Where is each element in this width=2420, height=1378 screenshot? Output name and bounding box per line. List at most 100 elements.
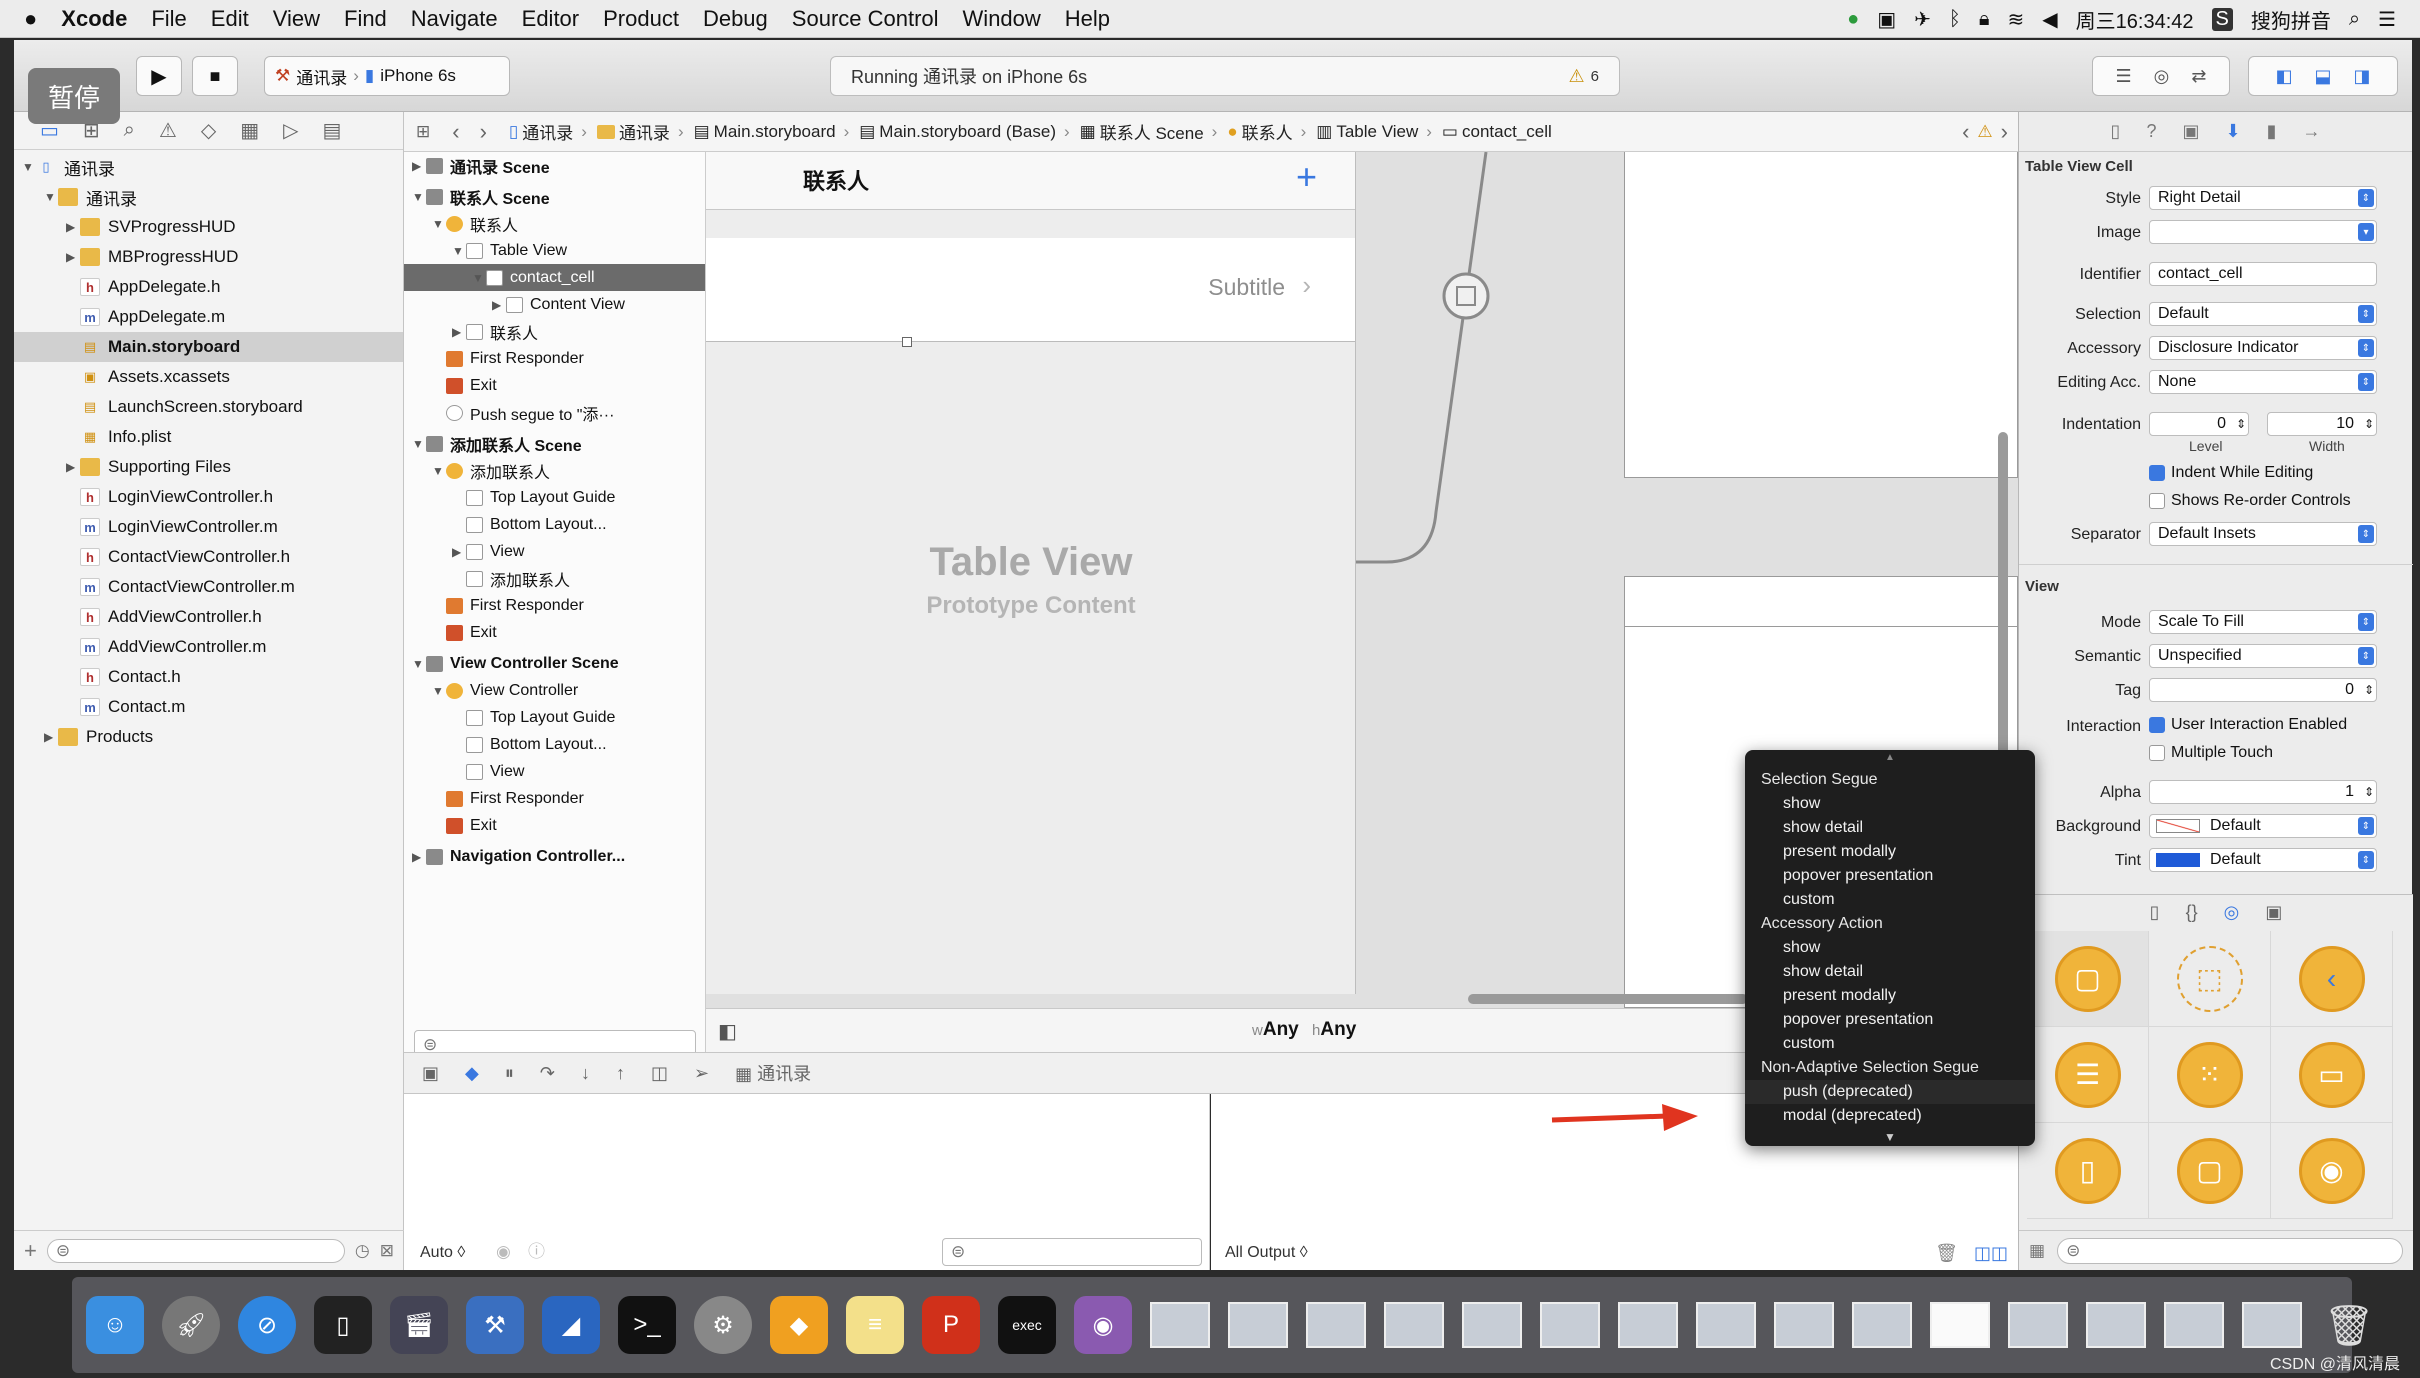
object-library-icon[interactable]: ◎ xyxy=(2224,902,2240,923)
library-navigation-controller[interactable]: ‹ xyxy=(2271,931,2393,1027)
add-bar-button[interactable]: + xyxy=(1296,156,1317,198)
breadcrumb-controller[interactable]: ● 联系人 › xyxy=(1227,119,1306,144)
next-scene-top[interactable] xyxy=(1624,152,2018,478)
screen-record-icon[interactable]: ▣ xyxy=(1877,7,1896,32)
outline-item[interactable]: Exit xyxy=(404,619,705,646)
file-tree-item[interactable]: ▣ Assets.xcassets xyxy=(14,362,403,392)
instruments-icon[interactable]: ◢ xyxy=(542,1296,600,1354)
minimized-window[interactable] xyxy=(1618,1302,1678,1348)
file-tree-item[interactable]: h ContactViewController.h xyxy=(14,542,403,572)
next-scene-navbar[interactable] xyxy=(1625,577,2017,627)
disclosure-closed-icon[interactable]: ▶ xyxy=(452,545,466,559)
scm-status-icon[interactable]: ⊠ xyxy=(380,1241,394,1261)
stepper-icon[interactable]: ⇕ xyxy=(2364,417,2374,431)
file-tree-item[interactable]: ▼ ▯ 通讯录 xyxy=(14,152,403,182)
notification-center-icon[interactable]: ☰ xyxy=(2378,7,2396,32)
background-select[interactable]: Default ⇕ xyxy=(2149,814,2377,838)
toggle-debug-icon[interactable]: ⬓ xyxy=(2314,66,2331,87)
code-snippet-icon[interactable]: {} xyxy=(2186,902,2198,923)
file-tree-item[interactable]: ▤ Main.storyboard xyxy=(14,332,403,362)
menu-view[interactable]: View xyxy=(273,6,320,32)
user-interaction-checkbox[interactable]: User Interaction Enabled xyxy=(2149,716,2347,734)
ime-icon[interactable]: S xyxy=(2211,7,2233,31)
file-tree-item[interactable]: m LoginViewController.m xyxy=(14,512,403,542)
variables-view[interactable]: Auto ◊ ◉ ⓘ ⊜ xyxy=(404,1094,1210,1270)
screen-recorder-icon[interactable]: ◉ xyxy=(1074,1296,1132,1354)
mouse-app-icon[interactable]: ▯ xyxy=(314,1296,372,1354)
file-tree-item[interactable]: h LoginViewController.h xyxy=(14,482,403,512)
hide-debug-icon[interactable]: ▣ xyxy=(422,1063,439,1084)
breadcrumb-storyboard-base[interactable]: ▤ Main.storyboard (Base) › xyxy=(859,122,1069,142)
library-storyboard-reference[interactable]: ⬚ xyxy=(2149,931,2271,1027)
assistant-editor-icon[interactable]: ◎ xyxy=(2154,66,2170,87)
menu-source-control[interactable]: Source Control xyxy=(792,6,939,32)
connections-inspector-icon[interactable]: → xyxy=(2302,121,2320,142)
menu-find[interactable]: Find xyxy=(344,6,387,32)
toggle-outline-icon[interactable]: ◧ xyxy=(718,1019,737,1044)
stepper-icon[interactable]: ⇕ xyxy=(2364,683,2374,697)
prototype-cell[interactable]: Subtitle › xyxy=(706,238,1355,347)
disclosure-closed-icon[interactable]: ▶ xyxy=(412,850,426,864)
outline-item[interactable]: ▼ Table View xyxy=(404,237,705,264)
outline-item[interactable]: Push segue to "添··· xyxy=(404,399,705,426)
segue-option[interactable]: present modally xyxy=(1745,840,2035,864)
menu-editor[interactable]: Editor xyxy=(522,6,579,32)
cell-resize-handle[interactable] xyxy=(902,337,912,347)
system-preferences-icon[interactable]: ⚙ xyxy=(694,1296,752,1354)
spotlight-icon[interactable]: ⌕ xyxy=(2349,8,2360,31)
breadcrumb-scene[interactable]: ▦ 联系人 Scene › xyxy=(1080,119,1218,144)
library-split-view-controller[interactable]: ▯ xyxy=(2027,1123,2149,1219)
menu-help[interactable]: Help xyxy=(1065,6,1110,32)
indent-level-field[interactable]: 0 ⇕ xyxy=(2149,412,2249,436)
minimized-window[interactable] xyxy=(1540,1302,1600,1348)
outline-item[interactable]: Top Layout Guide xyxy=(404,484,705,511)
outline-item[interactable]: Bottom Layout... xyxy=(404,731,705,758)
segue-type-menu[interactable]: ▲ Selection Segue show show detail present … xyxy=(1745,750,2035,1146)
minimized-window[interactable] xyxy=(1852,1302,1912,1348)
library-tab-bar-controller[interactable]: ▭ xyxy=(2271,1027,2393,1123)
disclosure-open-icon[interactable]: ▼ xyxy=(22,160,36,174)
tint-select[interactable]: Default ⇕ xyxy=(2149,848,2377,872)
toggle-utilities-icon[interactable]: ◨ xyxy=(2354,66,2371,87)
alpha-field[interactable]: 1 ⇕ xyxy=(2149,780,2377,804)
separator-select[interactable]: Default Insets ⇕ xyxy=(2149,522,2377,546)
warning-count[interactable]: 6 xyxy=(1591,68,1599,85)
clock[interactable]: 周三16:34:42 xyxy=(2076,5,2194,34)
multiple-touch-checkbox[interactable]: Multiple Touch xyxy=(2149,744,2273,762)
powerpoint-icon[interactable]: P xyxy=(922,1296,980,1354)
stop-button[interactable]: ■ xyxy=(192,56,238,96)
pause-debug-icon[interactable]: ⏸︎ xyxy=(505,1063,514,1084)
segue-option[interactable]: custom xyxy=(1745,888,2035,912)
back-icon[interactable]: ‹ xyxy=(452,119,459,145)
file-tree-item[interactable]: ▦ Info.plist xyxy=(14,422,403,452)
output-selector[interactable]: All Output ◊ xyxy=(1225,1244,1308,1262)
outline-item[interactable]: ▼ contact_cell xyxy=(404,264,705,291)
grid-list-toggle-icon[interactable]: ▦ xyxy=(2029,1241,2045,1261)
library-page-view-controller[interactable]: ▢ xyxy=(2149,1123,2271,1219)
test-navigator-icon[interactable]: ◇ xyxy=(201,118,216,143)
outline-item[interactable]: ▼ 联系人 xyxy=(404,210,705,237)
disclosure-closed-icon[interactable]: ▶ xyxy=(66,220,80,234)
forward-icon[interactable]: › xyxy=(480,119,487,145)
tag-field[interactable]: 0 ⇕ xyxy=(2149,678,2377,702)
recent-files-icon[interactable]: ◷ xyxy=(355,1241,370,1261)
trash-icon[interactable]: 🗑︎ xyxy=(2320,1296,2378,1354)
minimized-window[interactable] xyxy=(1384,1302,1444,1348)
file-tree-item[interactable]: h AddViewController.h xyxy=(14,602,403,632)
xcode-icon[interactable]: ⚒ xyxy=(466,1296,524,1354)
disclosure-open-icon[interactable]: ▼ xyxy=(412,437,426,451)
size-inspector-icon[interactable]: ▮ xyxy=(2267,121,2277,142)
disclosure-open-icon[interactable]: ▼ xyxy=(44,190,58,204)
bluetooth-icon[interactable]: ᛒ xyxy=(1949,8,1961,31)
segue-option[interactable]: show detail xyxy=(1745,960,2035,984)
step-out-icon[interactable]: ↑ xyxy=(616,1063,625,1084)
minimized-window[interactable] xyxy=(1462,1302,1522,1348)
segue-option[interactable]: custom xyxy=(1745,1032,2035,1056)
airplane-icon[interactable]: ✈ xyxy=(1914,7,1931,32)
minimized-window[interactable] xyxy=(2008,1302,2068,1348)
image-select[interactable]: ▾ xyxy=(2149,220,2377,244)
menu-product[interactable]: Product xyxy=(603,6,679,32)
file-tree-item[interactable]: ▶ Products xyxy=(14,722,403,752)
stepper-icon[interactable]: ⇕ xyxy=(2236,417,2246,431)
outline-item[interactable]: Bottom Layout... xyxy=(404,511,705,538)
